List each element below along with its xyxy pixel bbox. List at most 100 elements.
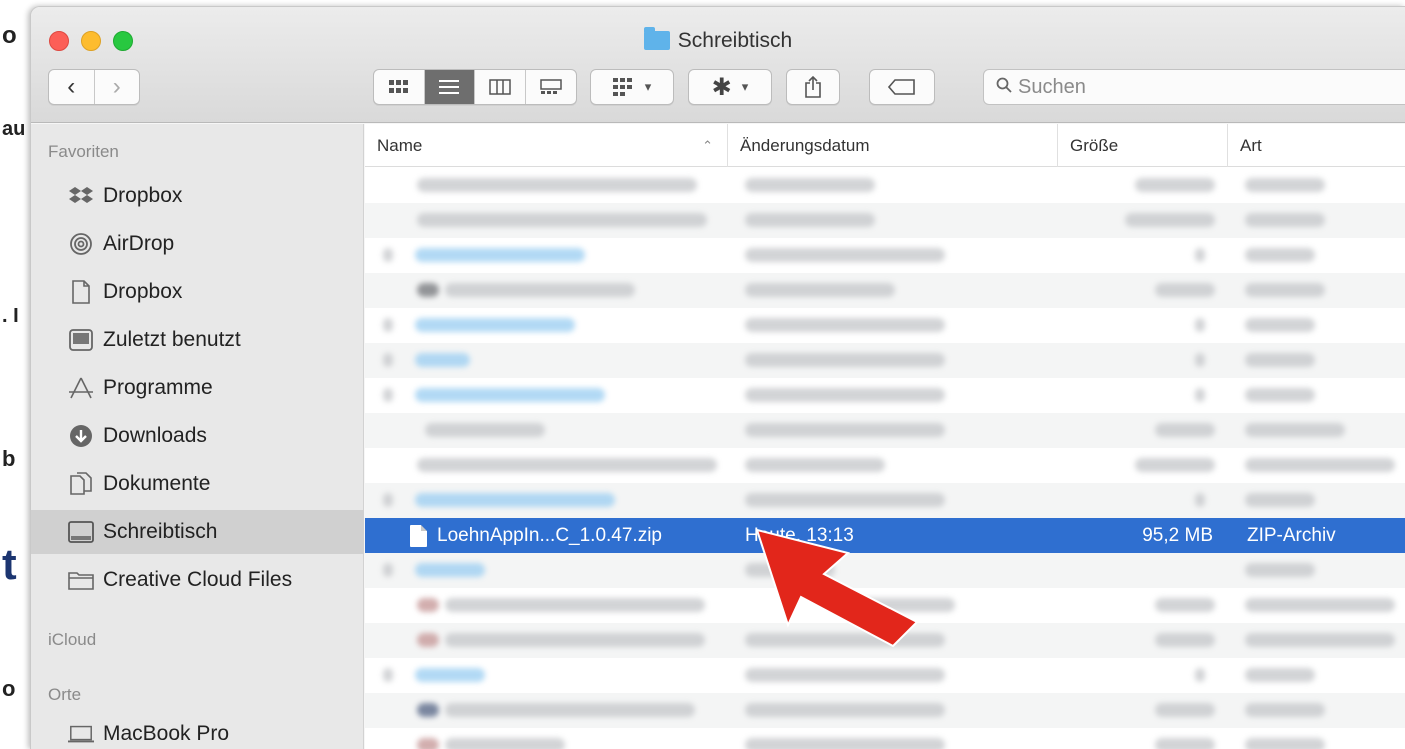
background-text-fragment: o xyxy=(2,22,17,49)
blurred-file-row[interactable] xyxy=(365,623,1405,658)
action-menu-button[interactable]: ✱ ▾ xyxy=(688,69,772,105)
blurred-file-row[interactable] xyxy=(365,588,1405,623)
sidebar-item-label: Creative Cloud Files xyxy=(103,568,293,591)
file-date: Heute, 13:13 xyxy=(745,525,854,546)
blurred-folder-row[interactable] xyxy=(365,378,1405,413)
chevron-down-icon: ▾ xyxy=(741,79,749,94)
chevron-down-icon: ▾ xyxy=(644,79,652,94)
blurred-folder-row[interactable] xyxy=(365,308,1405,343)
column-header-label: Änderungsdatum xyxy=(740,136,870,155)
background-text-fragment: . I xyxy=(2,305,19,327)
share-icon xyxy=(805,76,821,98)
dropbox-icon xyxy=(68,184,94,208)
blurred-folder-row[interactable] xyxy=(365,238,1405,273)
airdrop-icon xyxy=(68,232,94,256)
sidebar-item-documents[interactable]: Dokumente xyxy=(31,462,364,506)
zip-file-icon xyxy=(410,525,427,547)
downloads-icon xyxy=(68,424,94,448)
column-header-kind[interactable]: Art xyxy=(1228,124,1405,167)
sidebar-heading-favorites: Favoriten xyxy=(48,142,119,161)
background-text-fragment: au xyxy=(2,118,26,140)
blurred-file-row[interactable] xyxy=(365,413,1405,448)
laptop-icon xyxy=(68,722,94,746)
column-header-name[interactable]: Name ⌃ xyxy=(365,124,728,167)
sidebar-item-label: Dokumente xyxy=(103,472,211,495)
file-size: 95,2 MB xyxy=(1142,525,1213,546)
sidebar-item-label: AirDrop xyxy=(103,232,175,255)
tag-button[interactable] xyxy=(869,69,935,105)
blurred-file-row[interactable] xyxy=(365,693,1405,728)
sidebar-heading-locations: Orte xyxy=(48,685,82,704)
sidebar-item-label: Downloads xyxy=(103,424,207,447)
view-mode-switcher xyxy=(373,69,577,105)
sidebar-item-macbook-pro[interactable]: MacBook Pro xyxy=(31,712,364,749)
finder-window: Schreibtisch ‹ › ▾ ✱ ▾ Suchen Favoriten … xyxy=(30,6,1405,749)
window-title: Schreibtisch xyxy=(31,27,1405,53)
blurred-file-row[interactable] xyxy=(365,203,1405,238)
blurred-folder-row[interactable] xyxy=(365,553,1405,588)
sidebar-item-label: Dropbox xyxy=(103,280,183,303)
sidebar-item-label: MacBook Pro xyxy=(103,722,230,745)
group-grid-icon xyxy=(612,78,632,96)
sidebar-heading-icloud: iCloud xyxy=(48,630,97,649)
column-header-label: Art xyxy=(1240,136,1262,155)
document-icon xyxy=(68,280,94,304)
sidebar-item-label: Programme xyxy=(103,376,213,399)
navigation-buttons: ‹ › xyxy=(48,69,140,105)
gallery-icon xyxy=(540,79,562,94)
file-list: Name ⌃ Änderungsdatum Größe Art LoehnApp… xyxy=(365,124,1405,749)
columns-icon xyxy=(489,79,511,95)
column-header-date[interactable]: Änderungsdatum xyxy=(728,124,1058,167)
selected-file-row[interactable]: LoehnAppIn...C_1.0.47.zip Heute, 13:13 9… xyxy=(365,518,1405,553)
sidebar-item-creative-cloud[interactable]: Creative Cloud Files xyxy=(31,558,364,602)
blurred-folder-row[interactable] xyxy=(365,658,1405,693)
column-headers: Name ⌃ Änderungsdatum Größe Art xyxy=(365,124,1405,167)
group-by-button[interactable]: ▾ xyxy=(590,69,674,105)
sidebar-item-dropbox[interactable]: Dropbox xyxy=(31,174,364,218)
column-view-button[interactable] xyxy=(475,70,526,104)
documents-icon xyxy=(68,472,94,496)
blurred-folder-row[interactable] xyxy=(365,343,1405,378)
share-button[interactable] xyxy=(786,69,840,105)
sidebar-item-desktop[interactable]: Schreibtisch xyxy=(31,510,364,554)
blurred-file-row[interactable] xyxy=(365,728,1405,749)
sidebar-item-label: Schreibtisch xyxy=(103,520,218,543)
background-text-fragment: t xyxy=(2,540,17,589)
list-icon xyxy=(439,80,460,94)
column-header-label: Größe xyxy=(1070,136,1119,155)
sidebar-item-airdrop[interactable]: AirDrop xyxy=(31,222,364,266)
column-header-size[interactable]: Größe xyxy=(1058,124,1228,167)
background-text-fragment: b xyxy=(2,446,16,471)
file-rows: LoehnAppIn...C_1.0.47.zip Heute, 13:13 9… xyxy=(365,168,1405,749)
sort-ascending-icon: ⌃ xyxy=(702,138,713,153)
blurred-folder-row[interactable] xyxy=(365,483,1405,518)
sidebar-item-downloads[interactable]: Downloads xyxy=(31,414,364,458)
list-view-button[interactable] xyxy=(424,70,475,104)
icon-grid-icon xyxy=(388,80,408,93)
blurred-file-row[interactable] xyxy=(365,448,1405,483)
forward-button[interactable]: › xyxy=(93,70,140,104)
folder-icon xyxy=(643,27,670,50)
search-placeholder: Suchen xyxy=(1018,75,1086,98)
blurred-file-row[interactable] xyxy=(365,273,1405,308)
folder-icon xyxy=(68,568,94,592)
toolbar: Schreibtisch ‹ › ▾ ✱ ▾ Suchen xyxy=(31,7,1405,123)
tag-icon xyxy=(888,79,915,95)
sidebar-item-label: Zuletzt benutzt xyxy=(103,328,241,351)
icon-view-button[interactable] xyxy=(374,70,425,104)
gear-icon: ✱ xyxy=(711,73,732,101)
search-icon xyxy=(996,76,1012,99)
blurred-file-row[interactable] xyxy=(365,168,1405,203)
file-kind: ZIP-Archiv xyxy=(1247,525,1336,546)
search-field[interactable]: Suchen xyxy=(983,69,1405,105)
sidebar-item-dropbox-folder[interactable]: Dropbox xyxy=(31,270,364,314)
sidebar-item-applications[interactable]: Programme xyxy=(31,366,364,410)
window-title-label: Schreibtisch xyxy=(677,29,793,52)
gallery-view-button[interactable] xyxy=(526,70,577,104)
sidebar-item-recents[interactable]: Zuletzt benutzt xyxy=(31,318,364,362)
sidebar-item-label: Dropbox xyxy=(103,184,183,207)
column-header-label: Name xyxy=(377,136,423,155)
background-page: o au . I b t o xyxy=(0,0,34,749)
back-button[interactable]: ‹ xyxy=(49,70,94,104)
background-text-fragment: o xyxy=(2,676,16,701)
